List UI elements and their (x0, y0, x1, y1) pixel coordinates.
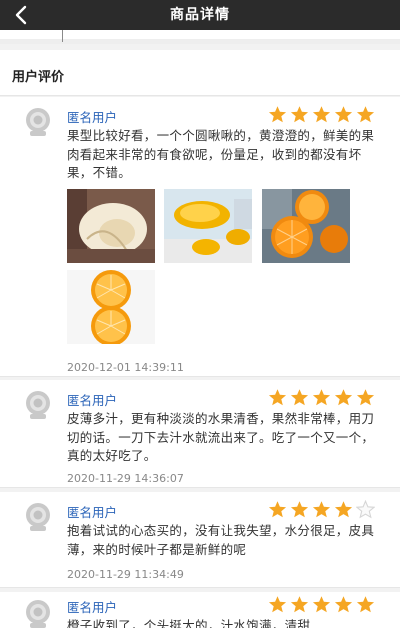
star-icon (356, 106, 375, 123)
star-icon (334, 106, 353, 123)
page-title: 商品详情 (170, 7, 230, 23)
review-username: 匿名用户 (67, 393, 118, 408)
review-photo[interactable] (262, 189, 350, 263)
star-icon (268, 501, 287, 518)
star-icon (334, 596, 353, 613)
star-rating (268, 388, 375, 407)
star-icon (312, 501, 331, 518)
review-item: 匿名用户 皮薄多汁，更有种淡淡的水果清香，果然非常棒，用刀切的话。一刀下去汁水就… (0, 380, 400, 488)
review-photo[interactable] (67, 189, 155, 263)
avatar-icon (26, 391, 50, 419)
star-icon (268, 389, 287, 406)
top-strip (0, 30, 400, 44)
star-icon (312, 389, 331, 406)
review-username: 匿名用户 (67, 110, 118, 125)
star-icon (268, 596, 287, 613)
strip-divider (62, 30, 63, 42)
review-date: 2020-11-29 14:36:07 (67, 472, 184, 485)
review-item: 匿名用户 抱着试试的心态买的，没有让我失望，水分很足，皮具薄，来的时候叶子都是新… (0, 492, 400, 588)
reviews-section-title: 用户评价 (12, 70, 65, 85)
review-text: 果型比较好看，一个个圆啾啾的，黄澄澄的，鲜美的果肉看起来非常的有食欲呢，份量足，… (67, 128, 375, 180)
star-icon (356, 596, 375, 613)
review-photo[interactable] (164, 189, 252, 263)
star-icon (312, 106, 331, 123)
star-icon (334, 389, 353, 406)
avatar-icon (26, 108, 50, 136)
star-icon (334, 501, 353, 518)
avatar-icon (26, 503, 50, 531)
star-rating (268, 595, 375, 614)
review-photo[interactable] (67, 270, 155, 344)
star-icon (290, 596, 309, 613)
review-item: 匿名用户 果型比较好看，一个个圆啾啾的，黄澄澄的，鲜美的果肉看起来非常的有食欲呢… (0, 97, 400, 377)
top-nav-bar: 商品详情 (0, 0, 400, 30)
star-icon (268, 106, 287, 123)
review-username: 匿名用户 (67, 600, 118, 615)
review-username: 匿名用户 (67, 505, 118, 520)
star-icon (290, 501, 309, 518)
review-text: 橙子收到了，个头挺大的，汁水饱满，清甜 (67, 618, 311, 628)
review-item: 匿名用户 橙子收到了，个头挺大的，汁水饱满，清甜 (0, 592, 400, 628)
star-empty-icon (356, 500, 375, 519)
star-rating (268, 500, 375, 519)
star-rating (268, 105, 375, 124)
star-icon (356, 389, 375, 406)
review-date: 2020-12-01 14:39:11 (67, 361, 184, 374)
star-icon (290, 389, 309, 406)
star-icon (312, 596, 331, 613)
review-date: 2020-11-29 11:34:49 (67, 568, 184, 581)
review-text: 皮薄多汁，更有种淡淡的水果清香，果然非常棒，用刀切的话。一刀下去汁水就流出来了。… (67, 411, 375, 463)
review-text: 抱着试试的心态买的，没有让我失望，水分很足，皮具薄，来的时候叶子都是新鲜的呢 (67, 523, 375, 557)
star-icon (290, 106, 309, 123)
avatar-icon (26, 600, 50, 628)
